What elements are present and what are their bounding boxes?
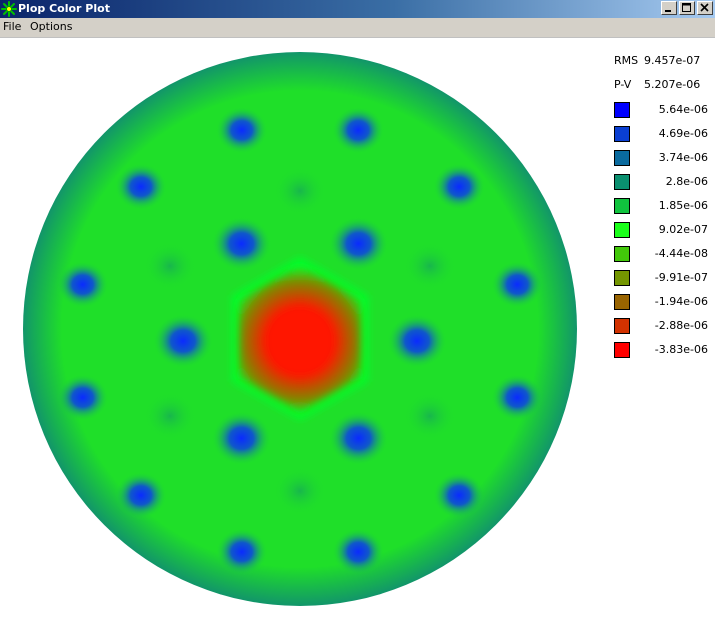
close-icon <box>700 3 709 12</box>
outer-spot <box>332 528 385 576</box>
mid-patch <box>403 242 456 290</box>
inner-spot <box>387 314 447 368</box>
menu-options[interactable]: Options <box>30 20 72 34</box>
legend-value: -1.94e-06 <box>654 295 708 308</box>
legend-swatch <box>614 102 630 118</box>
legend-value: 1.85e-06 <box>658 199 708 212</box>
legend-value: 4.69e-06 <box>658 127 708 140</box>
outer-spot <box>433 163 486 211</box>
inner-spot <box>153 314 213 368</box>
inner-spot <box>328 216 389 271</box>
legend-value: 5.64e-06 <box>658 103 708 116</box>
rms-label: RMS <box>614 54 639 67</box>
inner-spot <box>211 411 272 466</box>
color-plot[interactable] <box>0 38 715 644</box>
rms-value: 9.457e-07 <box>644 54 701 67</box>
maximize-button[interactable] <box>679 1 695 15</box>
star-burst-icon[interactable] <box>1 1 17 17</box>
outer-spot <box>491 261 544 308</box>
legend-value: 2.8e-06 <box>665 175 708 188</box>
legend-swatch <box>614 222 630 238</box>
legend-value: -2.88e-06 <box>654 319 708 332</box>
legend-value: -4.44e-08 <box>654 247 708 260</box>
legend-swatch <box>614 126 630 142</box>
outer-spot <box>114 471 167 519</box>
legend-swatch <box>614 294 630 310</box>
plot-area: RMS 9.457e-07 P-V 5.207e-06 5.64e-06 4.69… <box>0 38 715 644</box>
pv-label: P-V <box>614 78 632 91</box>
legend-swatch <box>614 342 630 358</box>
window-title: Plop Color Plot <box>18 2 110 15</box>
menu-file[interactable]: File <box>3 20 21 34</box>
outer-spot <box>215 528 268 576</box>
legend-swatch <box>614 174 630 190</box>
outer-spot <box>114 163 167 211</box>
legend-value: -9.91e-07 <box>654 271 708 284</box>
inner-spot <box>328 411 389 466</box>
minimize-button[interactable] <box>661 1 677 15</box>
legend-swatch <box>614 150 630 166</box>
legend-swatch <box>614 246 630 262</box>
outer-spot <box>215 106 268 154</box>
title-buttons <box>659 1 713 16</box>
legend-value: -3.83e-06 <box>654 343 708 356</box>
plop-color-plot-window: Plop Color Plot File Options RMS 9.457e-… <box>0 0 715 644</box>
title-bar[interactable]: Plop Color Plot <box>0 0 715 18</box>
pv-value: 5.207e-06 <box>644 78 701 91</box>
outer-spot <box>332 106 385 154</box>
maximize-icon <box>682 3 691 12</box>
mid-patch <box>274 467 326 515</box>
legend-swatch <box>614 318 630 334</box>
menu-bar: File Options <box>0 18 715 38</box>
legend-swatch <box>614 270 630 286</box>
close-button[interactable] <box>697 1 713 15</box>
outer-spot <box>433 471 486 519</box>
legend-value: 9.02e-07 <box>658 223 708 236</box>
minimize-icon <box>665 10 671 12</box>
inner-spot <box>211 216 272 271</box>
outer-spot <box>56 374 109 421</box>
mid-patch <box>144 242 197 290</box>
mid-patch <box>144 392 197 440</box>
legend-value: 3.74e-06 <box>658 151 708 164</box>
outer-spot <box>56 261 109 308</box>
outer-spot <box>491 374 544 421</box>
mid-patch <box>274 167 326 215</box>
legend-swatch <box>614 198 630 214</box>
mid-patch <box>403 392 456 440</box>
